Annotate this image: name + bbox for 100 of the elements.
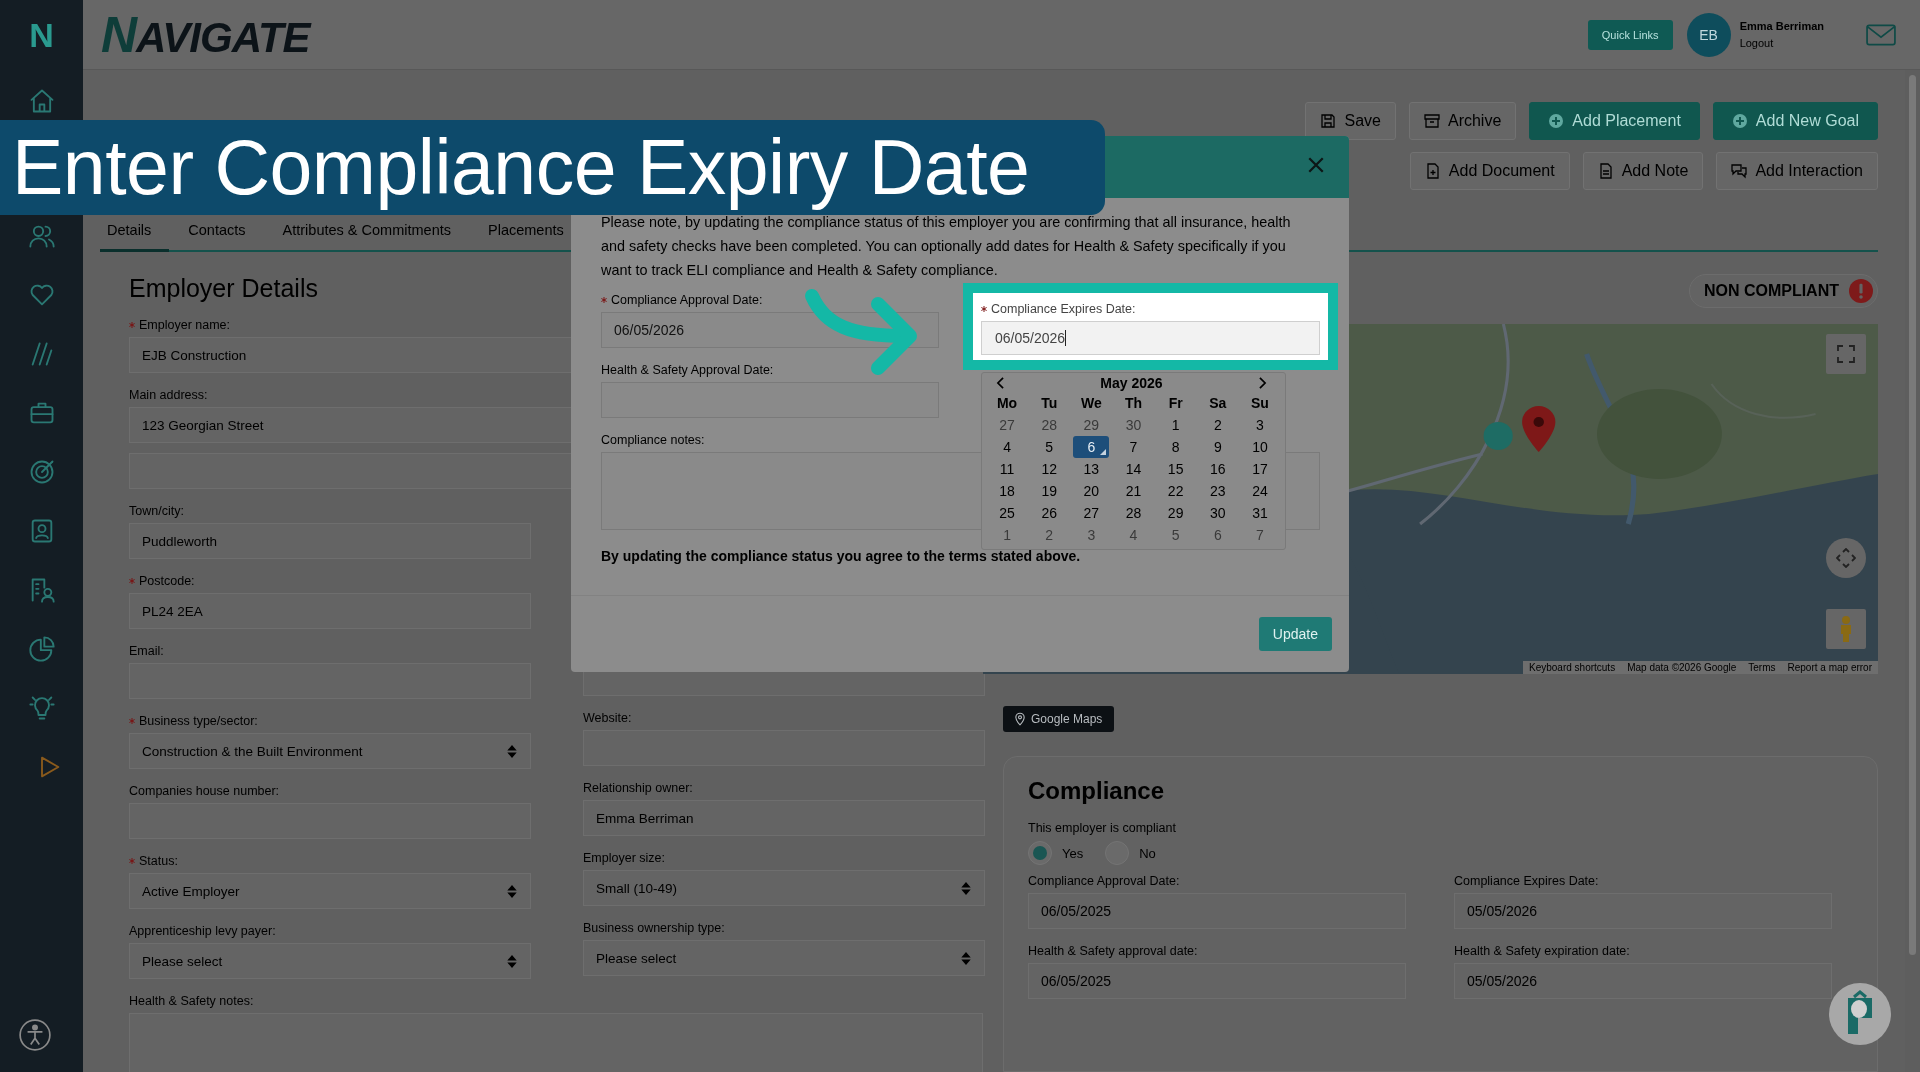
calendar-day[interactable]: 15 bbox=[1157, 458, 1194, 480]
calendar-day[interactable]: 10 bbox=[1241, 436, 1278, 458]
map-attribution-link[interactable]: Map data ©2026 Google bbox=[1621, 661, 1743, 674]
month-title[interactable]: May 2026 bbox=[1100, 375, 1163, 391]
date-field[interactable]: 05/05/2026 bbox=[1454, 963, 1832, 999]
calendar-day[interactable]: 6 bbox=[1199, 524, 1236, 546]
date-field[interactable]: 05/05/2026 bbox=[1454, 893, 1832, 929]
app-logo[interactable]: N bbox=[29, 0, 54, 70]
select-field[interactable]: Construction & the Built Environment bbox=[129, 733, 531, 769]
toolbar-button[interactable]: Add New Goal bbox=[1712, 102, 1878, 140]
calendar-day[interactable]: 7 bbox=[1115, 436, 1152, 458]
question-text: This employer is compliant bbox=[1028, 821, 1177, 835]
date-field[interactable]: 06/05/2025 bbox=[1028, 963, 1406, 999]
calendar-day[interactable]: 21 bbox=[1115, 480, 1152, 502]
calendar-day[interactable]: 29 bbox=[1073, 414, 1110, 436]
select-field[interactable]: Small (10-49) bbox=[583, 870, 985, 906]
field-label: Health & Safety approval date: bbox=[1028, 944, 1198, 958]
update-button[interactable]: Update bbox=[1258, 617, 1332, 651]
select-field[interactable]: Active Employer bbox=[129, 873, 531, 909]
calendar-day[interactable]: 30 bbox=[1115, 414, 1152, 436]
calendar-day[interactable]: 18 bbox=[989, 480, 1026, 502]
calendar-day[interactable]: 3 bbox=[1073, 524, 1110, 546]
fullscreen-icon bbox=[1836, 344, 1856, 364]
tab[interactable]: Attributes & Commitments bbox=[275, 213, 469, 250]
calendar-day[interactable]: 1 bbox=[1157, 414, 1194, 436]
calendar-day[interactable]: 25 bbox=[989, 502, 1026, 524]
map-attribution-link[interactable]: Keyboard shortcuts bbox=[1523, 661, 1622, 674]
chat-icon bbox=[1731, 163, 1748, 179]
weekday-label: Su bbox=[1249, 394, 1270, 413]
map-attribution-link[interactable]: Terms bbox=[1742, 661, 1782, 674]
calendar-day[interactable]: 8 bbox=[1157, 436, 1194, 458]
agreement-text: By updating the compliance status you agree to the terms stated above. bbox=[601, 548, 1082, 564]
calendar-day[interactable]: 6 bbox=[1073, 436, 1110, 458]
select-field[interactable]: Please select bbox=[583, 940, 985, 976]
logout-link[interactable]: Logout bbox=[1739, 37, 1824, 49]
scrollbar-thumb[interactable] bbox=[1909, 75, 1916, 955]
calendar-day[interactable]: 23 bbox=[1199, 480, 1236, 502]
mail-icon[interactable] bbox=[1866, 23, 1896, 46]
calendar-day[interactable]: 11 bbox=[989, 458, 1026, 480]
previous-icon[interactable] bbox=[996, 377, 1005, 389]
app-logo[interactable]: NAVIGATE bbox=[101, 5, 310, 64]
field-label: Status: bbox=[139, 854, 178, 868]
toolbar-button[interactable]: Archive bbox=[1408, 102, 1517, 140]
document-icon bbox=[1424, 163, 1441, 179]
calendar-day[interactable]: 28 bbox=[1115, 502, 1152, 524]
sort-icon bbox=[506, 883, 518, 899]
field-label: Health & Safety notes: bbox=[129, 994, 254, 1008]
pie-chart-icon[interactable] bbox=[27, 635, 56, 663]
next-icon[interactable] bbox=[1258, 377, 1267, 389]
calendar-day[interactable]: 19 bbox=[1031, 480, 1068, 502]
calendar-day[interactable]: 9 bbox=[1199, 436, 1236, 458]
user-avatar[interactable]: EB bbox=[1686, 12, 1731, 57]
calendar-day[interactable]: 2 bbox=[1031, 524, 1068, 546]
section-title: Compliance bbox=[1028, 777, 1166, 805]
calendar-day[interactable]: 29 bbox=[1157, 502, 1194, 524]
calendar-day[interactable]: 4 bbox=[1115, 524, 1152, 546]
calendar-day[interactable]: 2 bbox=[1199, 414, 1236, 436]
field-label: Email: bbox=[129, 644, 164, 658]
calendar-day[interactable]: 20 bbox=[1073, 480, 1110, 502]
sort-icon bbox=[506, 953, 518, 969]
tab[interactable]: Contacts bbox=[181, 213, 264, 250]
chatbot-icon[interactable] bbox=[1828, 982, 1892, 1046]
calendar-day[interactable]: 30 bbox=[1199, 502, 1236, 524]
google-maps-button[interactable]: Google Maps bbox=[1003, 706, 1115, 732]
calendar-day[interactable]: 27 bbox=[989, 414, 1026, 436]
toolbar-button[interactable]: Add Interaction bbox=[1716, 152, 1878, 190]
close-icon[interactable] bbox=[1307, 156, 1325, 174]
quick-links-button[interactable]: Quick Links bbox=[1587, 19, 1673, 50]
calendar-day[interactable]: 1 bbox=[989, 524, 1026, 546]
calendar-day[interactable]: 13 bbox=[1073, 458, 1110, 480]
calendar-day[interactable]: 5 bbox=[1031, 436, 1068, 458]
calendar-day[interactable]: 27 bbox=[1073, 502, 1110, 524]
calendar-day[interactable]: 24 bbox=[1241, 480, 1278, 502]
toolbar-button[interactable]: Add Note bbox=[1582, 152, 1704, 190]
calendar-day[interactable]: 4 bbox=[989, 436, 1026, 458]
accessibility-icon[interactable] bbox=[18, 1018, 52, 1052]
calendar-day[interactable]: 17 bbox=[1241, 458, 1278, 480]
calendar-day[interactable]: 28 bbox=[1031, 414, 1068, 436]
fullscreen-button[interactable] bbox=[1826, 334, 1866, 374]
text-field[interactable]: Emma Berriman bbox=[583, 800, 985, 836]
calendar-day[interactable]: 16 bbox=[1199, 458, 1236, 480]
toolbar-button[interactable]: Save bbox=[1305, 102, 1396, 140]
calendar-day[interactable]: 7 bbox=[1241, 524, 1278, 546]
calendar-day[interactable]: 31 bbox=[1241, 502, 1278, 524]
toolbar-button[interactable]: Add Placement bbox=[1529, 102, 1700, 140]
date-field[interactable]: 06/05/2026 bbox=[981, 321, 1320, 355]
calendar-day[interactable]: 22 bbox=[1157, 480, 1194, 502]
calendar-day[interactable]: 12 bbox=[1031, 458, 1068, 480]
calendar-day[interactable]: 5 bbox=[1157, 524, 1194, 546]
lightbulb-icon[interactable] bbox=[27, 694, 56, 722]
date-field[interactable]: 06/05/2025 bbox=[1028, 893, 1406, 929]
calendar-day[interactable]: 26 bbox=[1031, 502, 1068, 524]
radio-button[interactable] bbox=[1028, 841, 1052, 865]
toolbar-button[interactable]: Add Document bbox=[1409, 152, 1570, 190]
text-field[interactable]: PL24 2EA bbox=[129, 593, 531, 629]
text-field[interactable]: Puddleworth bbox=[129, 523, 531, 559]
calendar-day[interactable]: 3 bbox=[1241, 414, 1278, 436]
map-attribution-link[interactable]: Report a map error bbox=[1781, 661, 1878, 674]
select-field[interactable]: Please select bbox=[129, 943, 531, 979]
calendar-day[interactable]: 14 bbox=[1115, 458, 1152, 480]
